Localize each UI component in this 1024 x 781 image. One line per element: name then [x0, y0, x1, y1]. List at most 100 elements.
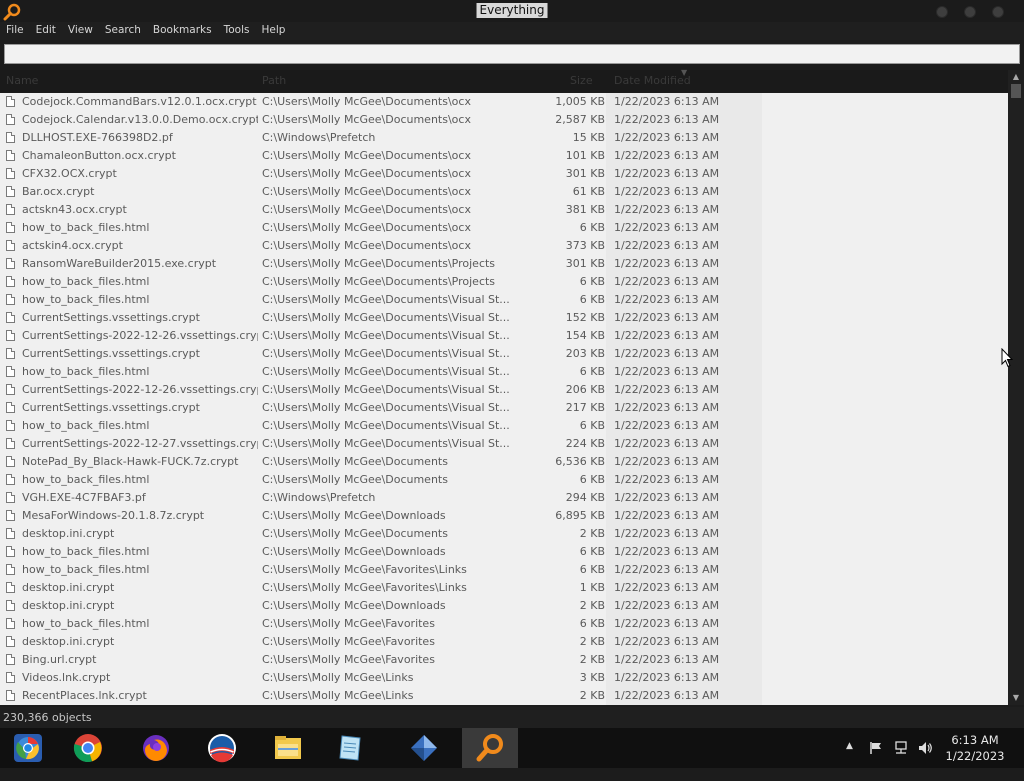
table-row[interactable]: CurrentSettings-2022-12-26.vssettings.cr…: [0, 327, 1008, 345]
table-row[interactable]: ChamaleonButton.ocx.crypt C:\Users\Molly …: [0, 147, 1008, 165]
menu-help[interactable]: Help: [255, 22, 291, 36]
file-date-modified: 1/22/2023 6:13 AM: [614, 419, 720, 432]
maximize-button[interactable]: [964, 6, 976, 18]
file-path: C:\Users\Molly McGee\Documents\Projects: [262, 257, 496, 270]
file-date-modified: 1/22/2023 6:13 AM: [614, 563, 720, 576]
file-size: 15 KB: [572, 131, 605, 144]
search-input[interactable]: [4, 44, 1020, 64]
table-row[interactable]: how_to_back_files.html C:\Users\Molly McG…: [0, 219, 1008, 237]
column-date-header[interactable]: Date Modified: [614, 74, 691, 87]
column-path-header[interactable]: Path: [262, 74, 286, 87]
table-row[interactable]: Videos.lnk.crypt C:\Users\Molly McGee\Lin…: [0, 669, 1008, 687]
file-size: 2 KB: [579, 689, 605, 702]
menu-bookmarks[interactable]: Bookmarks: [147, 22, 218, 36]
table-row[interactable]: how_to_back_files.html C:\Users\Molly McG…: [0, 543, 1008, 561]
table-row[interactable]: NotePad_By_Black-Hawk-FUCK.7z.crypt C:\Us…: [0, 453, 1008, 471]
file-path: C:\Users\Molly McGee\Links: [262, 689, 414, 702]
table-row[interactable]: desktop.ini.crypt C:\Users\Molly McGee\Do…: [0, 597, 1008, 615]
table-row[interactable]: CurrentSettings.vssettings.crypt C:\Users…: [0, 399, 1008, 417]
file-path: C:\Users\Molly McGee\Favorites: [262, 617, 435, 630]
table-row[interactable]: Bing.url.crypt C:\Users\Molly McGee\Favor…: [0, 651, 1008, 669]
file-name: how_to_back_files.html: [22, 545, 150, 558]
file-icon: [6, 546, 15, 557]
table-row[interactable]: CurrentSettings.vssettings.crypt C:\Users…: [0, 345, 1008, 363]
menu-search[interactable]: Search: [99, 22, 147, 36]
file-size: 294 KB: [565, 491, 605, 504]
everything-app-icon[interactable]: [3, 3, 21, 21]
table-row[interactable]: actskin4.ocx.crypt C:\Users\Molly McGee\D…: [0, 237, 1008, 255]
network-icon[interactable]: [893, 740, 909, 756]
file-path: C:\Users\Molly McGee\Documents\ocx: [262, 239, 471, 252]
table-row[interactable]: MesaForWindows-20.1.8.7z.crypt C:\Users\M…: [0, 507, 1008, 525]
menu-view[interactable]: View: [62, 22, 99, 36]
table-row[interactable]: Codejock.Calendar.v13.0.0.Demo.ocx.crypt…: [0, 111, 1008, 129]
table-row[interactable]: Bar.ocx.crypt C:\Users\Molly McGee\Docume…: [0, 183, 1008, 201]
scroll-thumb[interactable]: [1011, 84, 1021, 98]
column-name-header[interactable]: Name: [6, 74, 38, 87]
file-icon: [6, 582, 15, 593]
table-row[interactable]: CurrentSettings-2022-12-26.vssettings.cr…: [0, 381, 1008, 399]
table-row[interactable]: desktop.ini.crypt C:\Users\Molly McGee\Fa…: [0, 579, 1008, 597]
file-icon: [6, 204, 15, 215]
table-row[interactable]: how_to_back_files.html C:\Users\Molly McG…: [0, 615, 1008, 633]
table-row[interactable]: CurrentSettings-2022-12-27.vssettings.cr…: [0, 435, 1008, 453]
table-row[interactable]: how_to_back_files.html C:\Users\Molly McG…: [0, 561, 1008, 579]
file-icon: [6, 618, 15, 629]
table-row[interactable]: RansomWareBuilder2015.exe.crypt C:\Users\…: [0, 255, 1008, 273]
taskbar-firefox[interactable]: [128, 728, 184, 768]
file-name: CurrentSettings.vssettings.crypt: [22, 347, 200, 360]
scroll-down-button[interactable]: ▼: [1008, 691, 1024, 705]
table-row[interactable]: RecentPlaces.lnk.crypt C:\Users\Molly McG…: [0, 687, 1008, 705]
menu-edit[interactable]: Edit: [30, 22, 62, 36]
table-row[interactable]: desktop.ini.crypt C:\Users\Molly McGee\Do…: [0, 525, 1008, 543]
table-row[interactable]: DLLHOST.EXE-766398D2.pf C:\Windows\Prefet…: [0, 129, 1008, 147]
show-hidden-icons-icon[interactable]: ▲: [846, 741, 853, 781]
column-size-header[interactable]: Size: [570, 74, 593, 87]
object-count: 230,366 objects: [3, 711, 92, 724]
table-row[interactable]: CurrentSettings.vssettings.crypt C:\Users…: [0, 309, 1008, 327]
file-icon: [6, 456, 15, 467]
close-button[interactable]: [992, 6, 1004, 18]
file-size: 6 KB: [579, 473, 605, 486]
table-row[interactable]: Codejock.CommandBars.v12.0.1.ocx.crypt C:…: [0, 93, 1008, 111]
table-row[interactable]: VGH.EXE-4C7FBAF3.pf C:\Windows\Prefetch 29…: [0, 489, 1008, 507]
taskbar-diamond-app[interactable]: [396, 728, 452, 768]
table-row[interactable]: CFX32.OCX.crypt C:\Users\Molly McGee\Docu…: [0, 165, 1008, 183]
table-row[interactable]: how_to_back_files.html C:\Users\Molly McG…: [0, 363, 1008, 381]
vertical-scrollbar[interactable]: ▲ ▼: [1008, 70, 1024, 705]
menu-file[interactable]: File: [0, 22, 30, 36]
minimize-button[interactable]: [936, 6, 948, 18]
taskbar-notepad[interactable]: [322, 728, 378, 768]
taskbar-everything[interactable]: [462, 728, 518, 768]
file-date-modified: 1/22/2023 6:13 AM: [614, 329, 720, 342]
file-size: 301 KB: [565, 167, 605, 180]
taskbar-file-explorer[interactable]: [260, 728, 316, 768]
file-name: MesaForWindows-20.1.8.7z.crypt: [22, 509, 205, 522]
file-name: actskin4.ocx.crypt: [22, 239, 123, 252]
taskbar-chromium[interactable]: [0, 728, 56, 768]
file-path: C:\Users\Molly McGee\Documents: [262, 455, 448, 468]
file-icon: [6, 600, 15, 611]
file-path: C:\Users\Molly McGee\Documents\Visual St…: [262, 311, 510, 324]
action-center-flag-icon[interactable]: [869, 741, 883, 755]
table-row[interactable]: actskn43.ocx.crypt C:\Users\Molly McGee\D…: [0, 201, 1008, 219]
file-size: 1,005 KB: [555, 95, 605, 108]
file-date-modified: 1/22/2023 6:13 AM: [614, 599, 720, 612]
table-row[interactable]: how_to_back_files.html C:\Users\Molly McG…: [0, 471, 1008, 489]
table-row[interactable]: how_to_back_files.html C:\Users\Molly McG…: [0, 273, 1008, 291]
file-size: 152 KB: [565, 311, 605, 324]
file-path: C:\Users\Molly McGee\Documents\Visual St…: [262, 293, 510, 306]
table-row[interactable]: desktop.ini.crypt C:\Users\Molly McGee\Fa…: [0, 633, 1008, 651]
file-name: desktop.ini.crypt: [22, 599, 115, 612]
file-date-modified: 1/22/2023 6:13 AM: [614, 311, 720, 324]
taskbar-obama-app[interactable]: [194, 728, 250, 768]
scroll-up-button[interactable]: ▲: [1008, 70, 1024, 84]
table-row[interactable]: how_to_back_files.html C:\Users\Molly McG…: [0, 417, 1008, 435]
table-row[interactable]: how_to_back_files.html C:\Users\Molly McG…: [0, 291, 1008, 309]
taskbar-clock[interactable]: 6:13 AM 1/22/2023: [930, 732, 1020, 764]
file-path: C:\Windows\Prefetch: [262, 131, 376, 144]
menu-tools[interactable]: Tools: [218, 22, 256, 36]
file-name: Codejock.CommandBars.v12.0.1.ocx.crypt: [22, 95, 257, 108]
file-date-modified: 1/22/2023 6:13 AM: [614, 509, 720, 522]
taskbar-chrome[interactable]: [60, 728, 116, 768]
